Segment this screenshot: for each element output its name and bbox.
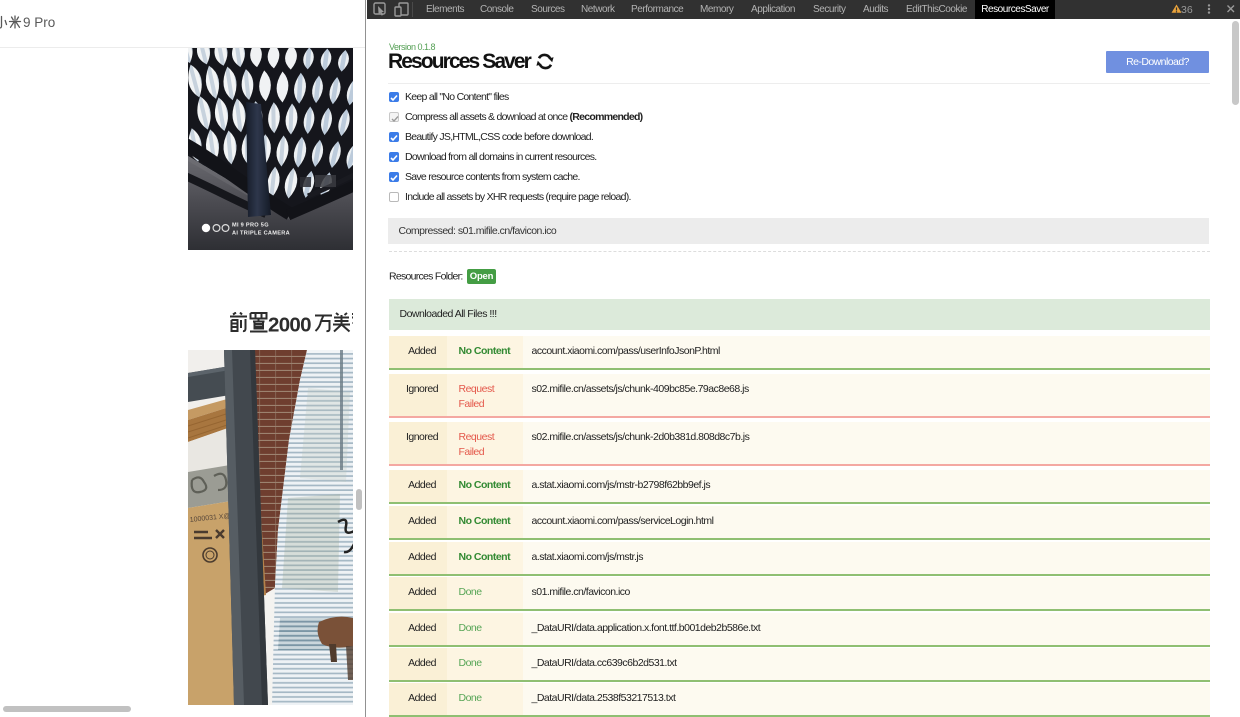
svg-text:2000: 2000 bbox=[268, 314, 311, 337]
svg-text:9 Pro: 9 Pro bbox=[23, 15, 55, 30]
svg-text:36: 36 bbox=[1181, 4, 1193, 16]
svg-text:MI 9 PRO 5G: MI 9 PRO 5G bbox=[232, 223, 269, 229]
svg-text:AI TRIPLE CAMERA: AI TRIPLE CAMERA bbox=[232, 231, 290, 237]
